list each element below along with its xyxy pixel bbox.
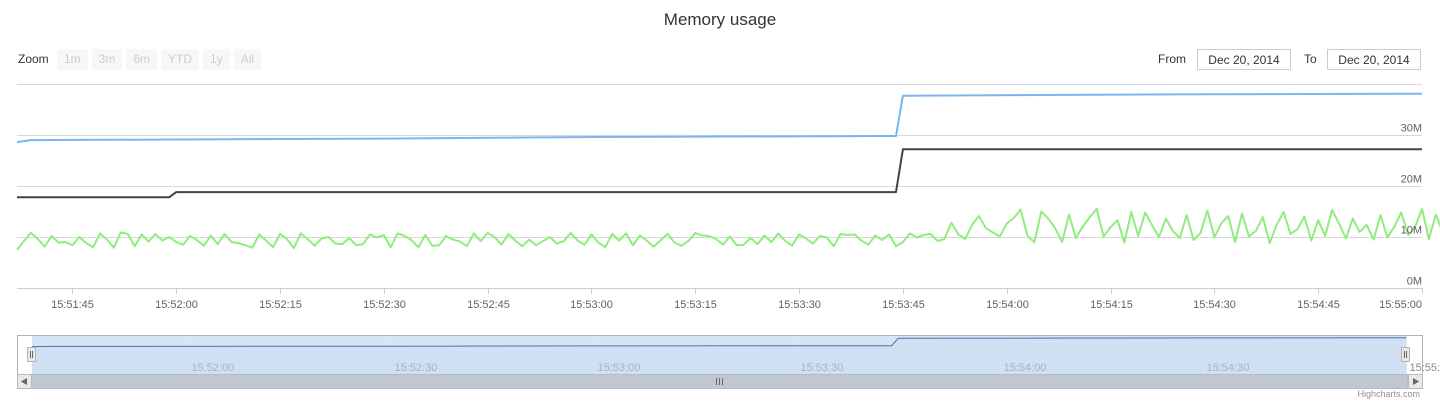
y-tick-label: 10M bbox=[1401, 225, 1422, 237]
x-tick-label: 15:52:00 bbox=[155, 299, 198, 311]
navigator[interactable]: 15:52:0015:52:3015:53:0015:53:3015:54:00… bbox=[17, 335, 1440, 389]
x-tick-label: 15:53:45 bbox=[882, 299, 925, 311]
x-tick-label: 15:53:00 bbox=[570, 299, 613, 311]
y-tick-label: 0M bbox=[1407, 276, 1422, 288]
navigator-tick-label: 15:55:00 bbox=[1410, 362, 1440, 374]
x-tick-label: 15:54:30 bbox=[1193, 299, 1236, 311]
y-tick-label: 30M bbox=[1401, 123, 1422, 135]
y-tick-label: 20M bbox=[1401, 174, 1422, 186]
navigator-handle-right[interactable] bbox=[1401, 347, 1410, 362]
x-tick-label: 15:54:00 bbox=[986, 299, 1029, 311]
axis-layer: 0M 10M 20M 30M 15:51:45 15:52:00 15:52:15 15:52… bbox=[17, 123, 1423, 311]
series-layer bbox=[16, 92, 1440, 251]
navigator-handle-left[interactable] bbox=[27, 347, 36, 362]
grid-layer bbox=[17, 84, 1422, 289]
x-tick-label: 15:54:15 bbox=[1090, 299, 1133, 311]
x-tick-label: 15:52:30 bbox=[363, 299, 406, 311]
x-tick-label: 15:54:45 bbox=[1297, 299, 1340, 311]
series-line-1 bbox=[17, 148, 1422, 199]
handle-body[interactable] bbox=[27, 347, 36, 362]
x-tick-label: 15:53:30 bbox=[778, 299, 821, 311]
credits-link[interactable]: Highcharts.com bbox=[1357, 389, 1420, 399]
x-tick-label: 15:51:45 bbox=[51, 299, 94, 311]
chart-svg: 0M 10M 20M 30M 15:51:45 15:52:00 15:52:15 15:52… bbox=[16, 84, 1440, 389]
x-tick-label: 15:52:45 bbox=[467, 299, 510, 311]
x-tick-label: 15:55:00 bbox=[1379, 299, 1422, 311]
handle-body[interactable] bbox=[1401, 347, 1410, 362]
series-line-2 bbox=[16, 207, 1440, 251]
x-tick-label: 15:52:15 bbox=[259, 299, 302, 311]
x-tick-label: 15:53:15 bbox=[674, 299, 717, 311]
navigator-scrollbar[interactable] bbox=[17, 374, 1423, 389]
chart-container: Memory usage Zoom 1m 3m 6m YTD 1y All Fr… bbox=[0, 0, 1440, 403]
series-line-0 bbox=[16, 92, 1423, 144]
